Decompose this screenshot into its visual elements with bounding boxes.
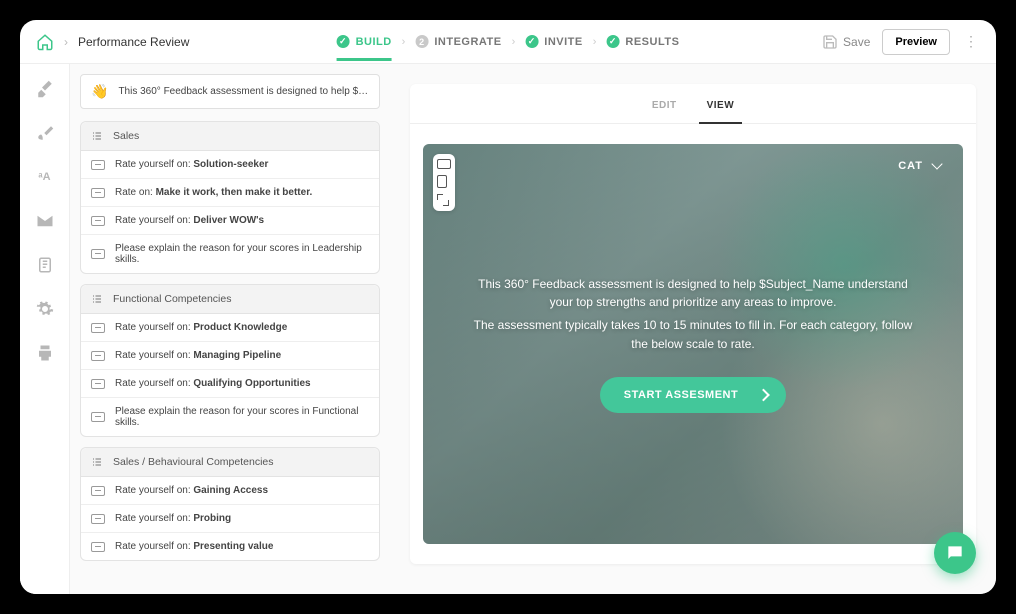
question-type-icon (91, 188, 105, 198)
hero-text-1: This 360° Feedback assessment is designe… (469, 275, 917, 312)
section: Sales Rate yourself on: Solution-seeker Ra… (80, 121, 380, 274)
list-item-label: Rate yourself on: Presenting value (115, 541, 273, 552)
chevron-right-icon: › (64, 35, 68, 49)
list-icon (91, 456, 103, 468)
chat-icon (945, 543, 965, 563)
list-item[interactable]: Please explain the reason for your score… (81, 398, 379, 436)
tab-view[interactable]: VIEW (703, 84, 739, 123)
question-type-icon (91, 160, 105, 170)
hero: CAT This 360° Feedback assessment is des… (423, 144, 963, 544)
start-assessment-button[interactable]: START ASSESMENT (600, 377, 786, 413)
question-type-icon (91, 351, 105, 361)
app-window: › Performance Review ✓BUILD › 2INTEGRATE… (20, 20, 996, 594)
section: Functional Competencies Rate yourself on:… (80, 284, 380, 437)
question-type-icon (91, 514, 105, 524)
intro-card[interactable]: 👋 This 360° Feedback assessment is desig… (80, 74, 380, 109)
list-item[interactable]: Rate yourself on: Gaining Access (81, 477, 379, 505)
print-icon[interactable] (36, 344, 54, 362)
home-icon[interactable] (36, 33, 54, 51)
section-header[interactable]: Functional Competencies (81, 285, 379, 314)
body: ᵃA 👋 This 360° Feedback assessment is de… (20, 64, 996, 594)
preview-card: EDIT VIEW CAT This 360° Feedback assessm… (410, 84, 976, 564)
section-title: Sales / Behavioural Competencies (113, 456, 274, 468)
wizard-steps: ✓BUILD › 2INTEGRATE › ✓INVITE › ✓RESULTS (337, 35, 680, 48)
section-title: Sales (113, 130, 139, 142)
section: Sales / Behavioural Competencies Rate you… (80, 447, 380, 561)
question-type-icon (91, 486, 105, 496)
list-icon (91, 130, 103, 142)
preview-tabs: EDIT VIEW (410, 84, 976, 124)
list-item-label: Rate yourself on: Probing (115, 513, 231, 524)
section-header[interactable]: Sales / Behavioural Competencies (81, 448, 379, 477)
list-item[interactable]: Rate on: Make it work, then make it bett… (81, 179, 379, 207)
gear-icon[interactable] (36, 300, 54, 318)
list-item[interactable]: Please explain the reason for your score… (81, 235, 379, 273)
list-item[interactable]: Rate yourself on: Probing (81, 505, 379, 533)
list-item[interactable]: Rate yourself on: Product Knowledge (81, 314, 379, 342)
step-integrate[interactable]: 2INTEGRATE (415, 35, 501, 48)
list-item-label: Rate yourself on: Qualifying Opportuniti… (115, 378, 311, 389)
list-item[interactable]: Rate yourself on: Solution-seeker (81, 151, 379, 179)
save-icon (822, 34, 838, 50)
hero-text-2: The assessment typically takes 10 to 15 … (469, 316, 917, 353)
breadcrumb: Performance Review (78, 35, 189, 49)
list-item[interactable]: Rate yourself on: Qualifying Opportuniti… (81, 370, 379, 398)
list-item-label: Rate yourself on: Solution-seeker (115, 159, 268, 170)
save-button[interactable]: Save (822, 34, 870, 50)
list-item-label: Rate yourself on: Managing Pipeline (115, 350, 281, 361)
tab-edit[interactable]: EDIT (648, 84, 681, 123)
list-item[interactable]: Rate yourself on: Managing Pipeline (81, 342, 379, 370)
preview-button[interactable]: Preview (882, 29, 950, 55)
preview-pane: EDIT VIEW CAT This 360° Feedback assessm… (390, 64, 996, 594)
question-type-icon (91, 379, 105, 389)
note-icon[interactable] (36, 256, 54, 274)
list-item-label: Rate yourself on: Product Knowledge (115, 322, 287, 333)
brush-icon[interactable] (36, 124, 54, 142)
step-build[interactable]: ✓BUILD (337, 35, 392, 48)
tool-rail: ᵃA (20, 64, 70, 594)
question-type-icon (91, 323, 105, 333)
list-icon (91, 293, 103, 305)
list-item-label: Rate yourself on: Deliver WOW's (115, 215, 264, 226)
list-item-label: Please explain the reason for your score… (115, 243, 369, 265)
list-item-label: Please explain the reason for your score… (115, 406, 369, 428)
wave-icon: 👋 (91, 83, 108, 100)
intro-text: This 360° Feedback assessment is designe… (118, 86, 369, 97)
list-item[interactable]: Rate yourself on: Deliver WOW's (81, 207, 379, 235)
more-menu-icon[interactable]: ⋮ (962, 33, 980, 50)
header: › Performance Review ✓BUILD › 2INTEGRATE… (20, 20, 996, 64)
step-results[interactable]: ✓RESULTS (606, 35, 679, 48)
highlight-icon[interactable] (36, 80, 54, 98)
list-item-label: Rate yourself on: Gaining Access (115, 485, 268, 496)
question-list: 👋 This 360° Feedback assessment is desig… (70, 64, 390, 594)
email-icon[interactable] (36, 212, 54, 230)
list-item[interactable]: Rate yourself on: Presenting value (81, 533, 379, 560)
question-type-icon (91, 216, 105, 226)
chat-fab[interactable] (934, 532, 976, 574)
step-invite[interactable]: ✓INVITE (525, 35, 582, 48)
translate-icon[interactable]: ᵃA (36, 168, 54, 186)
section-header[interactable]: Sales (81, 122, 379, 151)
section-title: Functional Competencies (113, 293, 231, 305)
question-type-icon (91, 249, 105, 259)
question-type-icon (91, 542, 105, 552)
question-type-icon (91, 412, 105, 422)
list-item-label: Rate on: Make it work, then make it bett… (115, 187, 312, 198)
